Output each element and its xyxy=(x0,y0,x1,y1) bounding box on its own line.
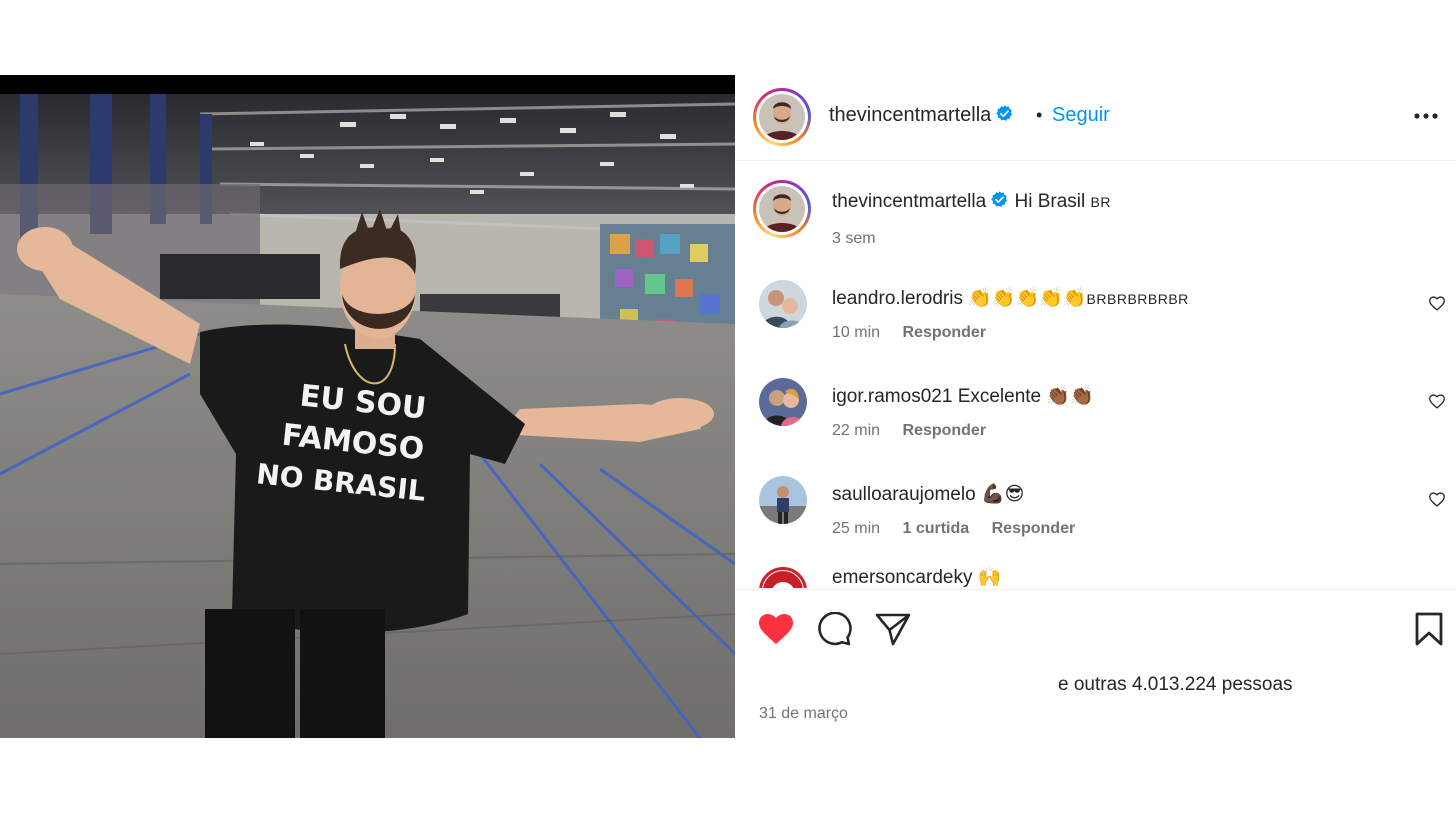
comment-meta: 22 min Responder xyxy=(832,422,1004,440)
commenter-avatar[interactable] xyxy=(759,476,807,524)
author-username-text[interactable]: thevincentmartella xyxy=(829,104,991,126)
more-options-icon[interactable] xyxy=(1413,111,1439,121)
follow-button[interactable]: Seguir xyxy=(1052,104,1110,127)
comment-meta: 25 min 1 curtida Responder xyxy=(832,520,1093,538)
post-sidebar: thevincentmartella • Seguir thevincentma… xyxy=(735,75,1456,738)
comment-like-count[interactable]: 1 curtida xyxy=(902,520,969,537)
header-separator: • xyxy=(1036,105,1043,125)
heart-filled-icon[interactable] xyxy=(757,612,795,646)
comment-suffix: BRBRBRBRBR xyxy=(1086,291,1189,307)
bookmark-icon[interactable] xyxy=(1410,612,1448,646)
reply-button[interactable]: Responder xyxy=(902,422,986,439)
post-image: EU SOU FAMOSO NO BRASIL xyxy=(0,94,735,738)
commenter-avatar-image xyxy=(759,476,807,524)
comment-username[interactable]: saulloaraujomelo xyxy=(832,484,976,505)
comment-body: 💪🏿😎 xyxy=(980,484,1025,505)
author-avatar-image xyxy=(759,94,805,140)
comment-time[interactable]: 22 min xyxy=(832,422,880,439)
comment-like-heart-icon[interactable] xyxy=(1428,491,1446,507)
commenter-avatar[interactable] xyxy=(759,378,807,426)
caption-body: Hi Brasil xyxy=(1014,191,1086,212)
caption-meta: 3 sem xyxy=(832,230,894,248)
commenter-avatar[interactable] xyxy=(759,280,807,328)
likes-count[interactable]: outras 4.013.224 pessoas xyxy=(1074,674,1293,695)
likes-summary[interactable]: e outras 4.013.224 pessoas xyxy=(1058,674,1293,696)
reply-button[interactable]: Responder xyxy=(902,324,986,341)
caption-flag: BR xyxy=(1090,194,1111,210)
comment-text: saulloaraujomelo 💪🏿😎 xyxy=(832,482,1024,506)
comment-text: leandro.lerodris 👏👏👏👏👏BRBRBRBRBR xyxy=(832,286,1189,310)
caption-username[interactable]: thevincentmartella xyxy=(832,191,986,212)
comments-list[interactable]: thevincentmartella Hi Brasil BR 3 sem le… xyxy=(735,162,1456,588)
caption-avatar-image xyxy=(759,186,805,232)
author-username[interactable]: thevincentmartella xyxy=(829,104,1014,127)
post-date[interactable]: 31 de março xyxy=(759,705,848,723)
comment-body: 🙌 xyxy=(977,567,1002,588)
comment-username[interactable]: emersoncardeky xyxy=(832,567,972,588)
paper-plane-icon[interactable] xyxy=(874,612,912,646)
comment-time[interactable]: 25 min xyxy=(832,520,880,537)
comment-time[interactable]: 10 min xyxy=(832,324,880,341)
comment-meta: 10 min Responder xyxy=(832,324,1004,342)
caption-avatar[interactable] xyxy=(753,180,811,238)
post-actions: e outras 4.013.224 pessoas 31 de março xyxy=(735,589,1456,738)
caption-text: thevincentmartella Hi Brasil BR xyxy=(832,190,1111,213)
commenter-avatar-image xyxy=(763,571,803,588)
comment-username[interactable]: leandro.lerodris xyxy=(832,288,963,309)
verified-badge-icon xyxy=(996,105,1013,121)
comment-text: igor.ramos021 Excelente 👏🏾👏🏾 xyxy=(832,384,1094,408)
reply-button[interactable]: Responder xyxy=(992,520,1076,537)
comment-like-heart-icon[interactable] xyxy=(1428,295,1446,311)
comment-bubble-icon[interactable] xyxy=(816,612,854,646)
caption-time[interactable]: 3 sem xyxy=(832,230,876,247)
commenter-avatar[interactable] xyxy=(759,567,807,588)
comment-like-heart-icon[interactable] xyxy=(1428,393,1446,409)
comment-body: 👏👏👏👏👏 xyxy=(968,288,1087,309)
author-avatar[interactable] xyxy=(753,88,811,146)
post-header: thevincentmartella • Seguir xyxy=(735,75,1456,161)
likes-prefix: e xyxy=(1058,674,1074,695)
post-photo[interactable]: EU SOU FAMOSO NO BRASIL xyxy=(0,75,735,738)
commenter-avatar-image xyxy=(759,378,807,426)
comment-body: Excelente 👏🏾👏🏾 xyxy=(957,386,1094,407)
verified-badge-icon xyxy=(991,191,1008,207)
commenter-avatar-image xyxy=(759,280,807,328)
comment-text: emersoncardeky 🙌 xyxy=(832,565,1001,588)
comment-username[interactable]: igor.ramos021 xyxy=(832,386,952,407)
